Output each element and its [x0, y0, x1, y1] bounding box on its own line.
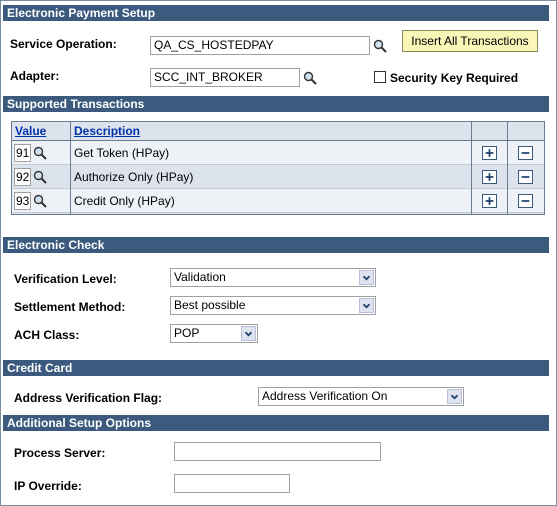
section-header-card: Credit Card: [3, 360, 549, 376]
ip-override-label: IP Override:: [14, 479, 82, 493]
verification-level-label: Verification Level:: [14, 272, 117, 286]
delete-row-icon[interactable]: [518, 146, 533, 160]
security-key-required-label: Security Key Required: [390, 71, 519, 85]
ach-class-label: ACH Class:: [14, 328, 80, 342]
ach-class-value: POP: [174, 326, 200, 340]
value-lookup-icon[interactable]: [33, 194, 47, 208]
delete-row-icon[interactable]: [518, 194, 533, 208]
add-row-icon[interactable]: [482, 194, 497, 208]
service-operation-label: Service Operation:: [10, 37, 117, 51]
grid-divider: [507, 122, 508, 214]
address-verification-value: Address Verification On: [262, 389, 388, 403]
verification-level-value: Validation: [174, 270, 226, 284]
section-header-transactions: Supported Transactions: [3, 96, 549, 112]
table-row: 91 Get Token (HPay): [12, 141, 544, 165]
ach-class-select[interactable]: POP: [170, 324, 258, 343]
address-verification-label: Address Verification Flag:: [14, 391, 163, 405]
verification-level-select[interactable]: Validation: [170, 268, 376, 287]
security-key-required-checkbox[interactable]: [374, 71, 386, 83]
description-text: Credit Only (HPay): [74, 194, 175, 208]
value-lookup-icon[interactable]: [33, 146, 47, 160]
service-operation-input[interactable]: QA_CS_HOSTEDPAY: [150, 36, 370, 55]
section-header-check: Electronic Check: [3, 237, 549, 253]
insert-all-transactions-button[interactable]: Insert All Transactions: [402, 30, 538, 52]
description-text: Authorize Only (HPay): [74, 170, 194, 184]
address-verification-select[interactable]: Address Verification On: [258, 387, 464, 406]
value-lookup-icon[interactable]: [33, 170, 47, 184]
process-server-label: Process Server:: [14, 446, 106, 460]
chevron-down-icon[interactable]: [447, 389, 462, 404]
service-operation-lookup-icon[interactable]: [373, 39, 387, 53]
chevron-down-icon[interactable]: [359, 270, 374, 285]
settlement-method-value: Best possible: [174, 298, 246, 312]
settlement-method-label: Settlement Method:: [14, 300, 126, 314]
value-input[interactable]: 91: [14, 144, 31, 162]
process-server-input[interactable]: [174, 442, 381, 461]
table-row: 92 Authorize Only (HPay): [12, 165, 544, 189]
add-row-icon[interactable]: [482, 146, 497, 160]
value-input[interactable]: 92: [14, 168, 31, 186]
column-header-value[interactable]: Value: [13, 122, 46, 140]
section-header-payment: Electronic Payment Setup: [3, 5, 549, 21]
table-row: 93 Credit Only (HPay): [12, 189, 544, 213]
description-text: Get Token (HPay): [74, 146, 170, 160]
grid-header: Value Description: [12, 122, 544, 141]
value-input[interactable]: 93: [14, 192, 31, 210]
grid-divider: [70, 122, 71, 214]
settlement-method-select[interactable]: Best possible: [170, 296, 376, 315]
chevron-down-icon[interactable]: [241, 326, 256, 341]
ip-override-input[interactable]: [174, 474, 290, 493]
section-header-additional: Additional Setup Options: [3, 415, 549, 431]
grid-divider: [471, 122, 472, 214]
delete-row-icon[interactable]: [518, 170, 533, 184]
column-header-description[interactable]: Description: [72, 122, 140, 140]
add-row-icon[interactable]: [482, 170, 497, 184]
chevron-down-icon[interactable]: [359, 298, 374, 313]
transactions-grid: Value Description 91 Get Token (HPay) 92…: [11, 121, 545, 215]
adapter-input[interactable]: SCC_INT_BROKER: [150, 68, 300, 87]
adapter-lookup-icon[interactable]: [303, 71, 317, 85]
adapter-label: Adapter:: [10, 69, 60, 83]
